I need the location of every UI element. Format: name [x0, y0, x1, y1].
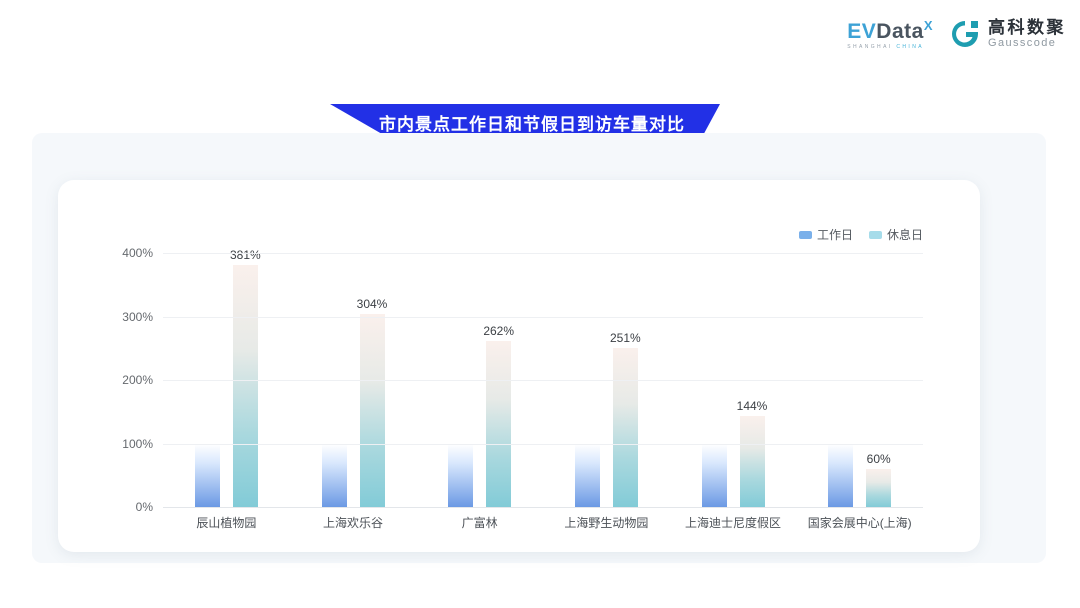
y-axis-tick: 100% — [97, 437, 153, 451]
bar-value-label: 144% — [737, 399, 768, 413]
gridline — [163, 317, 923, 318]
legend-marker — [869, 231, 882, 239]
restday-bar: 251% — [613, 348, 638, 507]
gridline — [163, 507, 923, 508]
legend-label: 休息日 — [887, 226, 923, 243]
page: EVDataX SHANGHAI CHINA 高科数聚 Gausscode 市内… — [0, 0, 1080, 608]
gridline — [163, 380, 923, 381]
restday-bar: 60% — [866, 469, 891, 507]
page-title: 市内景点工作日和节假日到访车量对比 — [365, 110, 685, 135]
bar-chart: 工作日休息日 381%辰山植物园304%上海欢乐谷262%广富林251%上海野生… — [58, 180, 980, 552]
restday-bar: 304% — [360, 314, 385, 507]
header-logos: EVDataX SHANGHAI CHINA 高科数聚 Gausscode — [847, 18, 1066, 50]
evdata-logo: EVDataX SHANGHAI CHINA — [847, 19, 933, 50]
gausscode-logo: 高科数聚 Gausscode — [949, 18, 1066, 50]
workday-bar — [195, 444, 220, 508]
gausscode-g-icon — [949, 18, 981, 50]
workday-bar — [702, 444, 727, 508]
chart-legend: 工作日 休息日 — [799, 226, 923, 243]
evdata-ev-text: EV — [847, 20, 876, 43]
bar-value-label: 381% — [230, 248, 261, 262]
y-axis-tick: 300% — [97, 310, 153, 324]
legend-marker — [799, 231, 812, 239]
x-axis-category-label: 辰山植物园 — [196, 514, 256, 531]
evdata-wordmark: EVDataX — [847, 19, 933, 42]
x-axis-category-label: 国家会展中心(上海) — [808, 514, 912, 531]
restday-bar: 144% — [740, 416, 765, 507]
y-axis-tick: 200% — [97, 373, 153, 387]
x-axis-category-label: 上海欢乐谷 — [323, 514, 383, 531]
x-axis-category-label: 上海野生动物园 — [564, 514, 648, 531]
x-axis-category-label: 上海迪士尼度假区 — [685, 514, 781, 531]
workday-bar — [322, 444, 347, 508]
evdata-subtext: SHANGHAI CHINA — [847, 45, 924, 50]
bar-value-label: 262% — [483, 324, 514, 338]
evdata-data-text: Data — [876, 20, 924, 43]
restday-bar: 262% — [486, 341, 511, 507]
bar-value-label: 60% — [867, 452, 891, 466]
y-axis-tick: 0% — [97, 500, 153, 514]
y-axis-tick: 400% — [97, 246, 153, 260]
gausscode-en: Gausscode — [988, 37, 1066, 49]
gausscode-cn: 高科数聚 — [988, 19, 1066, 38]
gridline — [163, 444, 923, 445]
x-axis-category-label: 广富林 — [462, 514, 498, 531]
bar-value-label: 304% — [357, 297, 388, 311]
legend-item-workday[interactable]: 工作日 — [799, 226, 853, 243]
restday-bar: 381% — [233, 265, 258, 507]
bar-value-label: 251% — [610, 331, 641, 345]
plot-area: 381%辰山植物园304%上海欢乐谷262%广富林251%上海野生动物园144%… — [163, 253, 923, 507]
chart-card: 工作日休息日 381%辰山植物园304%上海欢乐谷262%广富林251%上海野生… — [58, 180, 980, 552]
legend-label: 工作日 — [817, 226, 853, 243]
gausscode-text: 高科数聚 Gausscode — [988, 19, 1066, 50]
evdata-sup-x: X — [924, 18, 933, 33]
workday-bar — [575, 444, 600, 508]
workday-bar — [828, 444, 853, 508]
gridline — [163, 253, 923, 254]
workday-bar — [448, 444, 473, 508]
legend-item-restday[interactable]: 休息日 — [869, 226, 923, 243]
